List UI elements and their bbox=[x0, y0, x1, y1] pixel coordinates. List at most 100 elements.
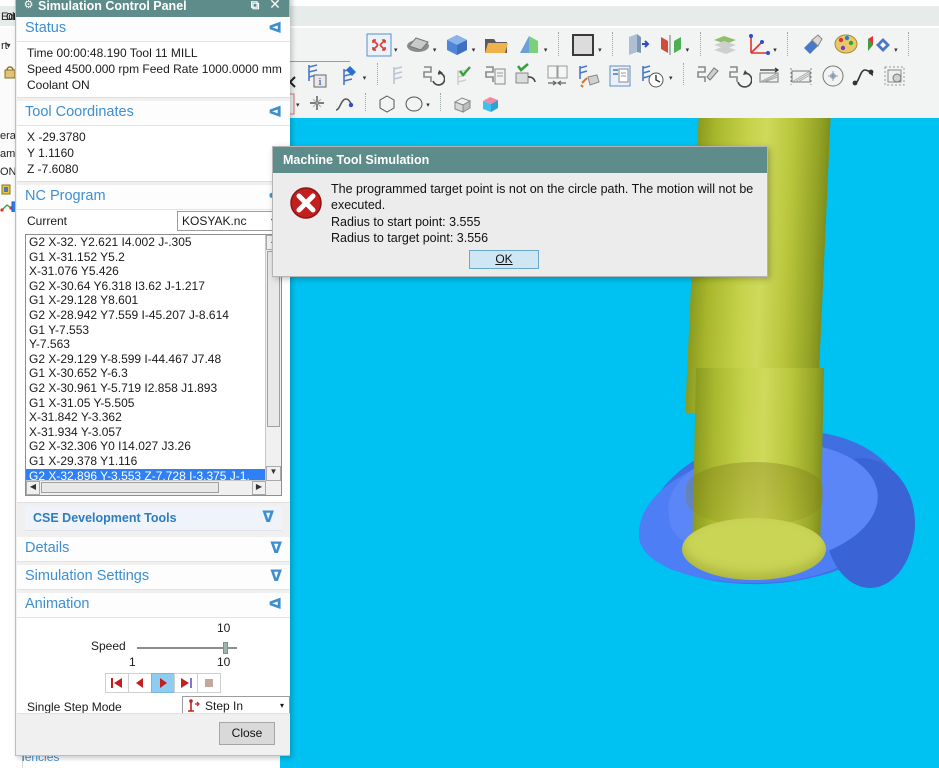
mirror-dropdown-icon[interactable]: ▾ bbox=[686, 46, 690, 54]
curve-following-button[interactable] bbox=[851, 63, 877, 92]
scroll-thumb-horizontal[interactable] bbox=[41, 482, 219, 493]
dialog-ok-button[interactable]: OK bbox=[469, 250, 539, 269]
section-header-cse-development-tools[interactable]: CSE Development Tools ᐁ bbox=[25, 506, 282, 531]
replay-toolpath-button[interactable] bbox=[419, 63, 446, 92]
spline-button[interactable] bbox=[333, 92, 355, 119]
compare-documents-button[interactable] bbox=[545, 63, 571, 92]
scroll-right-button[interactable]: ▶ bbox=[252, 481, 266, 495]
verify-toolpath-button[interactable] bbox=[451, 63, 477, 92]
restore-icon[interactable]: ⧉ bbox=[247, 0, 263, 13]
nc-line[interactable]: G1 X-31.05 Y-5.505 bbox=[26, 396, 266, 411]
display-window-button[interactable] bbox=[569, 31, 597, 62]
paint-palette-button[interactable] bbox=[832, 31, 860, 62]
measure-toolpath-button[interactable] bbox=[336, 63, 362, 92]
nc-file-dropdown[interactable]: KOSYAK.nc ▾ bbox=[177, 211, 281, 231]
close-button[interactable]: Close bbox=[219, 722, 275, 745]
solid-box-button[interactable] bbox=[451, 92, 473, 119]
fit-view-button[interactable] bbox=[365, 31, 393, 62]
solid-cube-shaded-button[interactable] bbox=[479, 92, 501, 119]
nc-line[interactable]: G1 X-30.652 Y-6.3 bbox=[26, 366, 266, 381]
speed-slider-track[interactable] bbox=[137, 647, 237, 649]
shaded-view-button[interactable] bbox=[404, 31, 432, 62]
plane-section-button[interactable] bbox=[515, 31, 543, 62]
nc-line[interactable]: X-31.934 Y-3.057 bbox=[26, 425, 266, 440]
nc-line[interactable]: G1 X-31.152 Y5.2 bbox=[26, 250, 266, 265]
nc-line[interactable]: G2 X-32.306 Y0 I14.027 J3.26 bbox=[26, 439, 266, 454]
plane-section-dropdown-icon[interactable]: ▾ bbox=[544, 46, 548, 54]
ellipse-button[interactable] bbox=[403, 92, 425, 119]
section-header-simulation-settings[interactable]: Simulation Settings ᐁ bbox=[17, 565, 290, 590]
speed-slider-thumb[interactable] bbox=[223, 642, 228, 654]
stop-button[interactable] bbox=[197, 673, 221, 693]
step-back-button[interactable] bbox=[128, 673, 152, 693]
scroll-down-button[interactable]: ▼ bbox=[266, 466, 281, 481]
nc-program-listbox[interactable]: G2 X-32. Y2.621 I4.002 J-.305 G1 X-31.152… bbox=[25, 234, 282, 496]
nc-line[interactable]: G1 X-29.378 Y1.116 bbox=[26, 454, 266, 469]
toolpath-time-button[interactable] bbox=[639, 63, 665, 92]
nc-line[interactable]: G2 X-32. Y2.621 I4.002 J-.305 bbox=[26, 235, 266, 250]
chevron-down-icon[interactable]: ᐁ bbox=[270, 539, 282, 557]
apply-material-button[interactable] bbox=[798, 31, 826, 62]
shaded-view-dropdown-icon[interactable]: ▾ bbox=[433, 46, 437, 54]
drill-operation-button[interactable] bbox=[694, 63, 720, 92]
toolpath-ghost-button[interactable] bbox=[388, 63, 414, 92]
section-header-nc-program[interactable]: NC Program ᐊ bbox=[17, 185, 290, 210]
nc-line[interactable]: G2 X-30.64 Y6.318 I3.62 J-1.217 bbox=[26, 279, 266, 294]
post-process-button[interactable] bbox=[513, 63, 539, 92]
play-button[interactable] bbox=[151, 673, 175, 693]
nc-line[interactable]: X-31.076 Y5.426 bbox=[26, 264, 266, 279]
chevron-up-icon[interactable]: ᐊ bbox=[268, 595, 282, 613]
layers-button[interactable] bbox=[711, 31, 739, 62]
chevron-down-icon[interactable]: ▾ bbox=[280, 701, 284, 710]
step-forward-button[interactable] bbox=[174, 673, 198, 693]
axis-system-button[interactable] bbox=[744, 31, 772, 62]
profile-operation-button[interactable] bbox=[726, 63, 752, 92]
simulation-control-panel[interactable]: ⚙ Simulation Control Panel ⧉ ✕ Status ᐊ … bbox=[15, 0, 290, 756]
toolpath-info-button[interactable]: i bbox=[304, 63, 330, 92]
scroll-left-button[interactable]: ◀ bbox=[26, 481, 40, 495]
section-header-details[interactable]: Details ᐁ bbox=[17, 537, 290, 562]
measure-dropdown-icon[interactable]: ▾ bbox=[363, 74, 367, 82]
mirror-button[interactable] bbox=[657, 31, 685, 62]
panel-title-bar[interactable]: ⚙ Simulation Control Panel ⧉ ✕ bbox=[16, 0, 289, 17]
circular-milling-button[interactable] bbox=[820, 63, 846, 92]
nc-line[interactable]: Y-7.563 bbox=[26, 337, 266, 352]
ellipse-dropdown-icon[interactable]: ▾ bbox=[426, 101, 430, 109]
machine-tool-simulation-dialog[interactable]: Machine Tool Simulation The programmed t… bbox=[272, 146, 768, 277]
toolpath-document-button[interactable] bbox=[482, 63, 508, 92]
report-button[interactable] bbox=[607, 63, 633, 92]
machine-simulation-button[interactable] bbox=[576, 63, 602, 92]
nc-line[interactable]: G2 X-30.961 Y-5.719 I2.858 J1.893 bbox=[26, 381, 266, 396]
section-header-status[interactable]: Status ᐊ bbox=[17, 17, 290, 42]
polygon-button[interactable] bbox=[376, 92, 398, 119]
nc-line[interactable]: X-31.842 Y-3.362 bbox=[26, 410, 266, 425]
nc-line[interactable]: G2 X-28.942 Y7.559 I-45.207 J-8.614 bbox=[26, 308, 266, 323]
chevron-up-icon[interactable]: ᐊ bbox=[268, 19, 282, 37]
point-button[interactable] bbox=[306, 92, 328, 119]
nc-line[interactable]: G1 Y-7.553 bbox=[26, 323, 266, 338]
open-folder-button[interactable] bbox=[482, 31, 510, 62]
manufacturing-program-button[interactable] bbox=[882, 63, 908, 92]
left-caret-icon[interactable]: ▾ bbox=[2, 41, 10, 50]
cube-view-dropdown-icon[interactable]: ▾ bbox=[472, 46, 476, 54]
display-window-dropdown-icon[interactable]: ▾ bbox=[598, 46, 602, 54]
chevron-up-icon[interactable]: ᐊ bbox=[268, 103, 282, 121]
go-to-start-button[interactable] bbox=[105, 673, 129, 693]
nc-program-lines[interactable]: G2 X-32. Y2.621 I4.002 J-.305 G1 X-31.152… bbox=[26, 235, 266, 481]
translate-button[interactable] bbox=[623, 31, 651, 62]
filter-dropdown-icon[interactable]: ▾ bbox=[296, 101, 300, 109]
pocket-operation-button[interactable] bbox=[757, 63, 783, 92]
nc-line[interactable]: G2 X-29.129 Y-8.599 I-44.467 J7.48 bbox=[26, 352, 266, 367]
nc-scrollbar-horizontal[interactable]: ◀ ▶ bbox=[26, 480, 266, 495]
cube-view-button[interactable] bbox=[443, 31, 471, 62]
more-tools-dropdown-icon[interactable]: ▾ bbox=[669, 74, 673, 82]
chevron-down-icon[interactable]: ᐁ bbox=[262, 508, 274, 526]
transparency-button[interactable] bbox=[865, 31, 893, 62]
scroll-thumb-vertical[interactable] bbox=[267, 251, 280, 427]
transparency-dropdown-icon[interactable]: ▾ bbox=[894, 46, 898, 54]
close-icon[interactable]: ✕ bbox=[267, 0, 283, 13]
facing-operation-button[interactable] bbox=[788, 63, 814, 92]
fit-view-dropdown-icon[interactable]: ▾ bbox=[394, 46, 398, 54]
section-header-animation[interactable]: Animation ᐊ bbox=[17, 593, 290, 618]
section-header-tool-coordinates[interactable]: Tool Coordinates ᐊ bbox=[17, 101, 290, 126]
